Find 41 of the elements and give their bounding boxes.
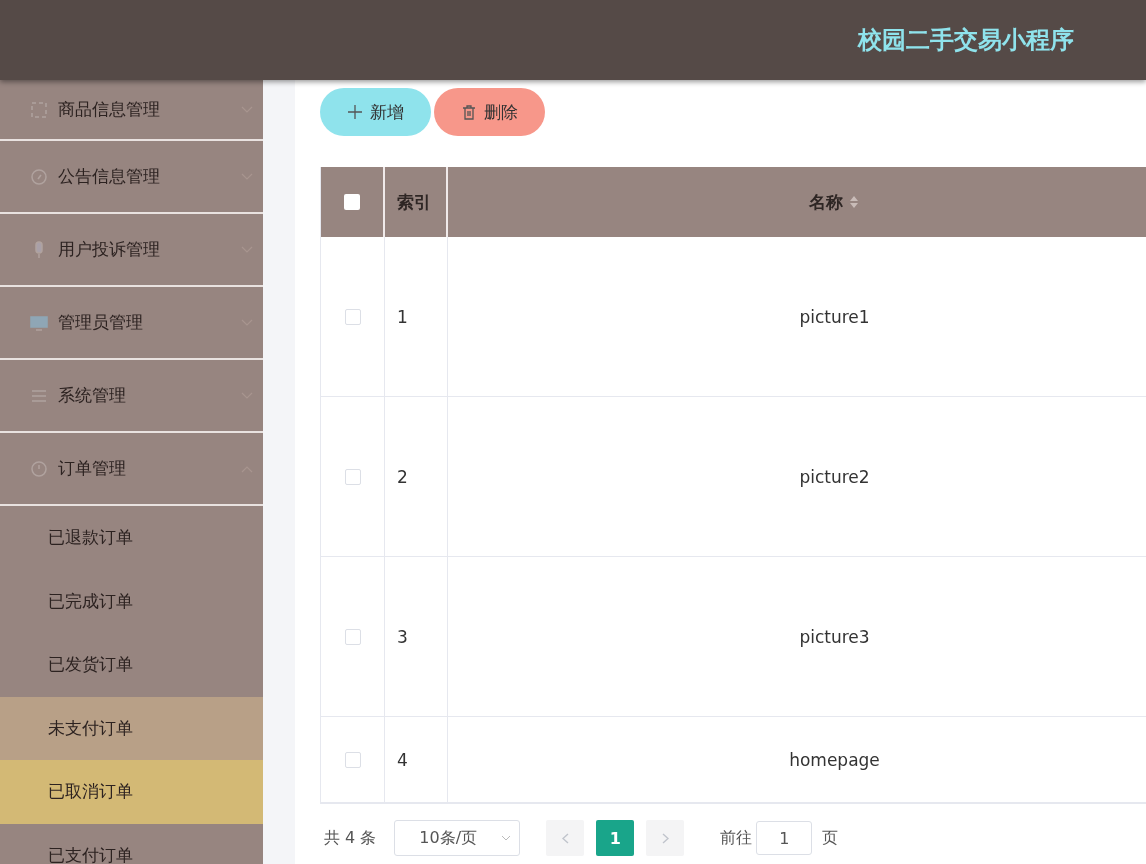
previous-page-button[interactable] [546, 820, 585, 856]
chevron-right-icon [661, 832, 669, 844]
clock-icon [30, 459, 48, 478]
row-checkbox[interactable] [344, 308, 361, 325]
column-header: 名称 [808, 190, 843, 214]
page-input[interactable]: 1 [756, 821, 813, 855]
table-cell: 2 [397, 466, 408, 487]
submenu-item[interactable]: 已退款订单 [0, 506, 263, 570]
goto-label: 前往 [720, 827, 753, 849]
plus-icon [347, 105, 362, 119]
page-suffix: 页 [822, 827, 839, 849]
submenu-item[interactable]: 未支付订单 [0, 696, 263, 760]
table-cell: picture3 [799, 626, 870, 647]
add-button[interactable]: 新增 [320, 88, 431, 136]
total-count: 共 4 条 [324, 827, 377, 849]
table-cell: 3 [397, 626, 408, 647]
compass-icon [30, 167, 48, 186]
next-page-button[interactable] [646, 820, 685, 856]
row-checkbox[interactable] [344, 468, 361, 485]
page-number[interactable]: 1 [596, 820, 635, 856]
select-all-checkbox[interactable] [344, 194, 360, 210]
table-cell: 4 [397, 749, 408, 770]
submenu-item[interactable]: 已完成订单 [0, 569, 263, 633]
caret-icon [501, 835, 512, 841]
table-cell: picture1 [799, 306, 870, 327]
table-cell: homepage [789, 749, 880, 770]
submenu-item[interactable]: 已发货订单 [0, 633, 263, 697]
trash-icon [461, 104, 476, 120]
monitor-icon [30, 313, 48, 332]
column-header: 索引 [397, 190, 431, 214]
submenu-item[interactable]: 已取消订单 [0, 760, 263, 824]
row-checkbox[interactable] [344, 751, 361, 768]
delete-button[interactable]: 删除 [434, 88, 545, 136]
submenu-item[interactable]: 已支付订单 [0, 823, 263, 864]
sort-icon [848, 195, 859, 209]
chevron-left-icon [561, 832, 569, 844]
page-size-select[interactable]: 10条/页 [394, 820, 521, 856]
table-cell: picture2 [799, 466, 870, 487]
table-cell: 1 [397, 306, 408, 327]
row-checkbox[interactable] [344, 628, 361, 645]
app-title: 校园二手交易小程序 [858, 25, 1074, 56]
